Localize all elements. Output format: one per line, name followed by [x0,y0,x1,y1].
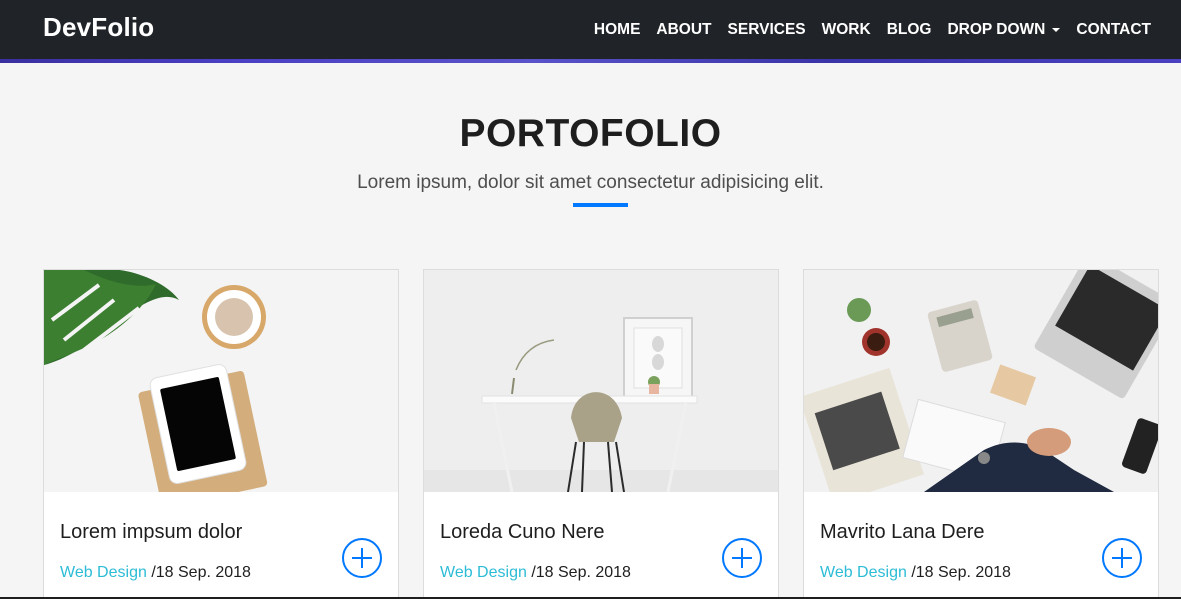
plus-circle-icon[interactable] [1102,538,1142,578]
plus-circle-icon[interactable] [722,538,762,578]
card-meta: Web Design /18 Sep. 2018 [60,564,251,582]
title-underline [573,203,628,207]
nav-links: HOME ABOUT SERVICES WORK BLOG DROP DOWN … [578,0,1151,59]
nav-dropdown[interactable]: DROP DOWN [947,20,1061,39]
card-category-link[interactable]: Web Design [440,564,527,581]
nav-dropdown-label: DROP DOWN [947,20,1046,38]
card-body: Mavrito Lana Dere Web Design /18 Sep. 20… [804,492,1158,599]
brand-logo[interactable]: DevFolio [43,12,154,43]
portfolio-card: Loreda Cuno Nere Web Design /18 Sep. 201… [423,269,779,599]
nav-blog[interactable]: BLOG [887,21,932,39]
section-subtitle: Lorem ipsum, dolor sit amet consectetur … [357,172,824,193]
portfolio-card: Lorem impsum dolor Web Design /18 Sep. 2… [43,269,399,599]
portfolio-image[interactable] [804,270,1158,492]
card-body: Loreda Cuno Nere Web Design /18 Sep. 201… [424,492,778,599]
portfolio-image[interactable] [424,270,778,492]
card-date: /18 Sep. 2018 [531,564,631,581]
section-title: PORTOFOLIO [459,112,722,155]
card-meta: Web Design /18 Sep. 2018 [820,564,1011,582]
card-body: Lorem impsum dolor Web Design /18 Sep. 2… [44,492,398,599]
caret-down-icon [1052,27,1061,32]
portfolio-image[interactable] [44,270,398,492]
hero-stripe [0,59,1181,63]
card-date: /18 Sep. 2018 [911,564,1011,581]
card-date: /18 Sep. 2018 [151,564,251,581]
plus-circle-icon[interactable] [342,538,382,578]
card-category-link[interactable]: Web Design [820,564,907,581]
nav-work[interactable]: WORK [822,21,871,39]
navbar: DevFolio HOME ABOUT SERVICES WORK BLOG D… [0,0,1181,59]
nav-home[interactable]: HOME [594,21,641,39]
card-category-link[interactable]: Web Design [60,564,147,581]
nav-about[interactable]: ABOUT [656,21,711,39]
portfolio-card: Mavrito Lana Dere Web Design /18 Sep. 20… [803,269,1159,599]
card-title[interactable]: Lorem impsum dolor [60,521,242,544]
card-title[interactable]: Loreda Cuno Nere [440,521,605,544]
nav-contact[interactable]: CONTACT [1076,21,1151,39]
nav-services[interactable]: SERVICES [728,21,806,39]
card-meta: Web Design /18 Sep. 2018 [440,564,631,582]
card-title[interactable]: Mavrito Lana Dere [820,521,985,544]
